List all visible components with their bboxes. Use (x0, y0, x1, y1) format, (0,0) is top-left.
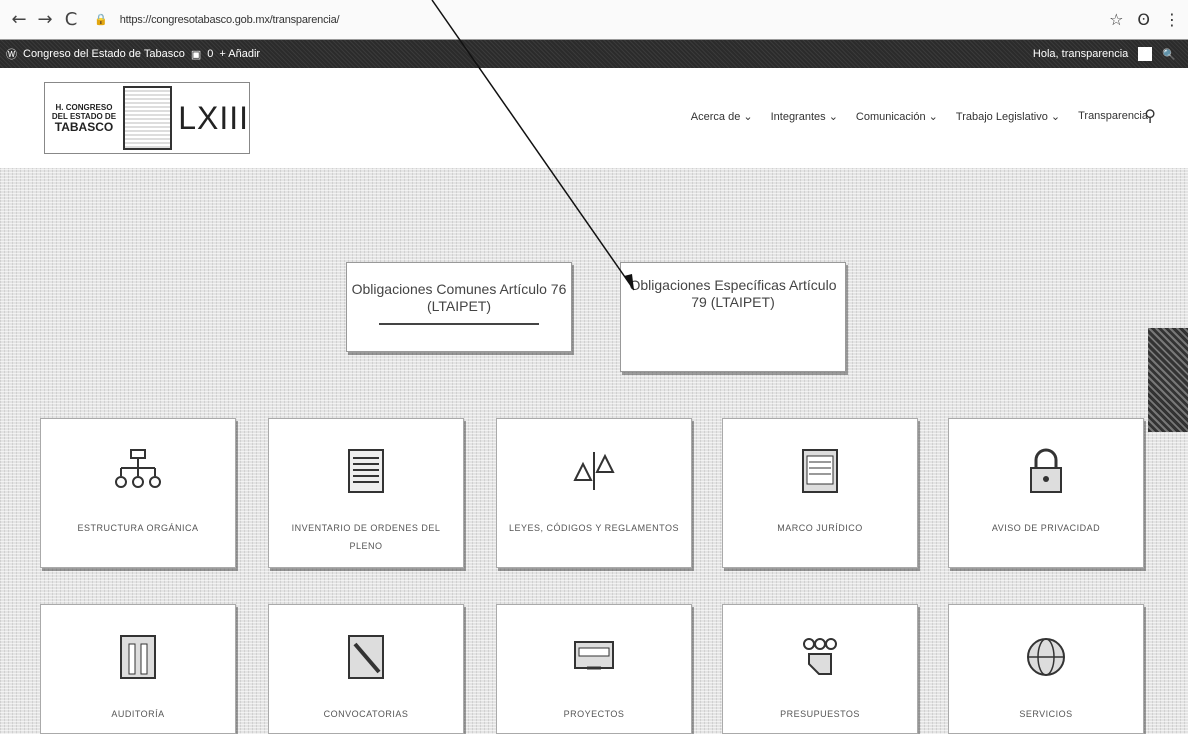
tile-estructura[interactable]: ESTRUCTURA ORGÁNICA (40, 418, 236, 568)
comments-count[interactable]: 0 (207, 48, 213, 60)
tile-auditoria[interactable]: AUDITORÍA (40, 604, 236, 734)
tile-label: ESTRUCTURA ORGÁNICA (77, 523, 199, 533)
common-obligations-underline (379, 323, 539, 325)
column-icon (108, 627, 168, 687)
add-new-button[interactable]: + Añadir (219, 48, 260, 60)
notebook-icon (790, 441, 850, 501)
logo-text: H. CONGRESO DEL ESTADO DE TABASCO (51, 103, 117, 134)
site-logo[interactable]: H. CONGRESO DEL ESTADO DE TABASCO LXIII (44, 82, 250, 154)
specific-obligations-card[interactable]: Obligaciones Específicas Artículo 79 (LT… (620, 262, 846, 372)
admin-search-icon[interactable]: 🔍 (1162, 48, 1176, 61)
tile-label: MARCO JURÍDICO (777, 523, 863, 533)
wordpress-icon[interactable]: Ⓦ (6, 46, 17, 62)
reload-icon[interactable]: C (60, 9, 82, 30)
document-icon (336, 441, 396, 501)
common-obligations-label: Obligaciones Comunes Artículo 76 (LTAIPE… (351, 281, 567, 314)
back-icon[interactable]: ← (8, 9, 30, 30)
extension-icon[interactable]: ʘ (1137, 10, 1150, 29)
forward-icon[interactable]: → (34, 9, 56, 30)
tile-convocatorias[interactable]: CONVOCATORIAS (268, 604, 464, 734)
tile-label: AVISO DE PRIVACIDAD (991, 523, 1101, 533)
tile-label: PRESUPUESTOS (780, 709, 860, 719)
wp-admin-bar: Ⓦ Congreso del Estado de Tabasco ▣ 0 + A… (0, 40, 1188, 68)
bookmark-star-icon[interactable]: ☆ (1109, 10, 1123, 29)
scales-icon (564, 441, 624, 501)
tile-servicios[interactable]: SERVICIOS (948, 604, 1144, 734)
tile-inventario[interactable]: INVENTARIO DE ORDENES DEL PLENO (268, 418, 464, 568)
tile-label: AUDITORÍA (111, 709, 165, 719)
pencil-icon (336, 627, 396, 687)
nav-acerca-de[interactable]: Acerca de ⌄ (691, 110, 753, 123)
logo-line-3: TABASCO (54, 119, 114, 134)
globe-icon (1016, 627, 1076, 687)
monitor-icon (564, 627, 624, 687)
admin-greeting[interactable]: Hola, transparencia (1033, 48, 1128, 60)
specific-obligations-label: Obligaciones Específicas Artículo 79 (LT… (629, 277, 837, 310)
site-header: H. CONGRESO DEL ESTADO DE TABASCO LXIII … (0, 68, 1188, 168)
tile-marco[interactable]: MARCO JURÍDICO (722, 418, 918, 568)
tile-proyectos[interactable]: PROYECTOS (496, 604, 692, 734)
search-icon[interactable]: ⚲ (1144, 106, 1156, 125)
org-chart-icon (108, 441, 168, 501)
nav-transparencia[interactable]: Transparencia (1078, 110, 1148, 123)
legislature-number: LXIII (178, 99, 249, 136)
tile-leyes[interactable]: LEYES, CÓDIGOS Y REGLAMENTOS (496, 418, 692, 568)
tile-label: LEYES, CÓDIGOS Y REGLAMENTOS (508, 523, 680, 533)
tile-label: INVENTARIO DE ORDENES DEL PLENO (291, 523, 441, 551)
lock-icon (1016, 441, 1076, 501)
lock-icon: 🔒 (94, 13, 108, 26)
browser-toolbar: ← → C 🔒 https://congresotabasco.gob.mx/t… (0, 0, 1188, 40)
admin-site-name[interactable]: Congreso del Estado de Tabasco (23, 48, 185, 60)
address-bar[interactable]: https://congresotabasco.gob.mx/transpare… (120, 14, 340, 26)
side-tab[interactable] (1148, 328, 1188, 432)
comments-icon[interactable]: ▣ (191, 48, 201, 61)
browser-menu-icon[interactable]: ⋮ (1164, 10, 1180, 29)
tile-presupuestos[interactable]: PRESUPUESTOS (722, 604, 918, 734)
main-navigation: Acerca de ⌄ Integrantes ⌄ Comunicación ⌄… (691, 110, 1148, 123)
tile-label: CONVOCATORIAS (323, 709, 409, 719)
nav-integrantes[interactable]: Integrantes ⌄ (771, 110, 838, 123)
tile-aviso[interactable]: AVISO DE PRIVACIDAD (948, 418, 1144, 568)
crest-icon (122, 86, 173, 150)
nav-comunicacion[interactable]: Comunicación ⌄ (856, 110, 938, 123)
logo-line-1: H. CONGRESO (55, 102, 113, 112)
common-obligations-card[interactable]: Obligaciones Comunes Artículo 76 (LTAIPE… (346, 262, 572, 352)
avatar[interactable] (1138, 47, 1153, 61)
tile-label: SERVICIOS (1019, 709, 1073, 719)
people-icon (790, 627, 850, 687)
nav-trabajo-legislativo[interactable]: Trabajo Legislativo ⌄ (956, 110, 1060, 123)
tile-label: PROYECTOS (563, 709, 625, 719)
